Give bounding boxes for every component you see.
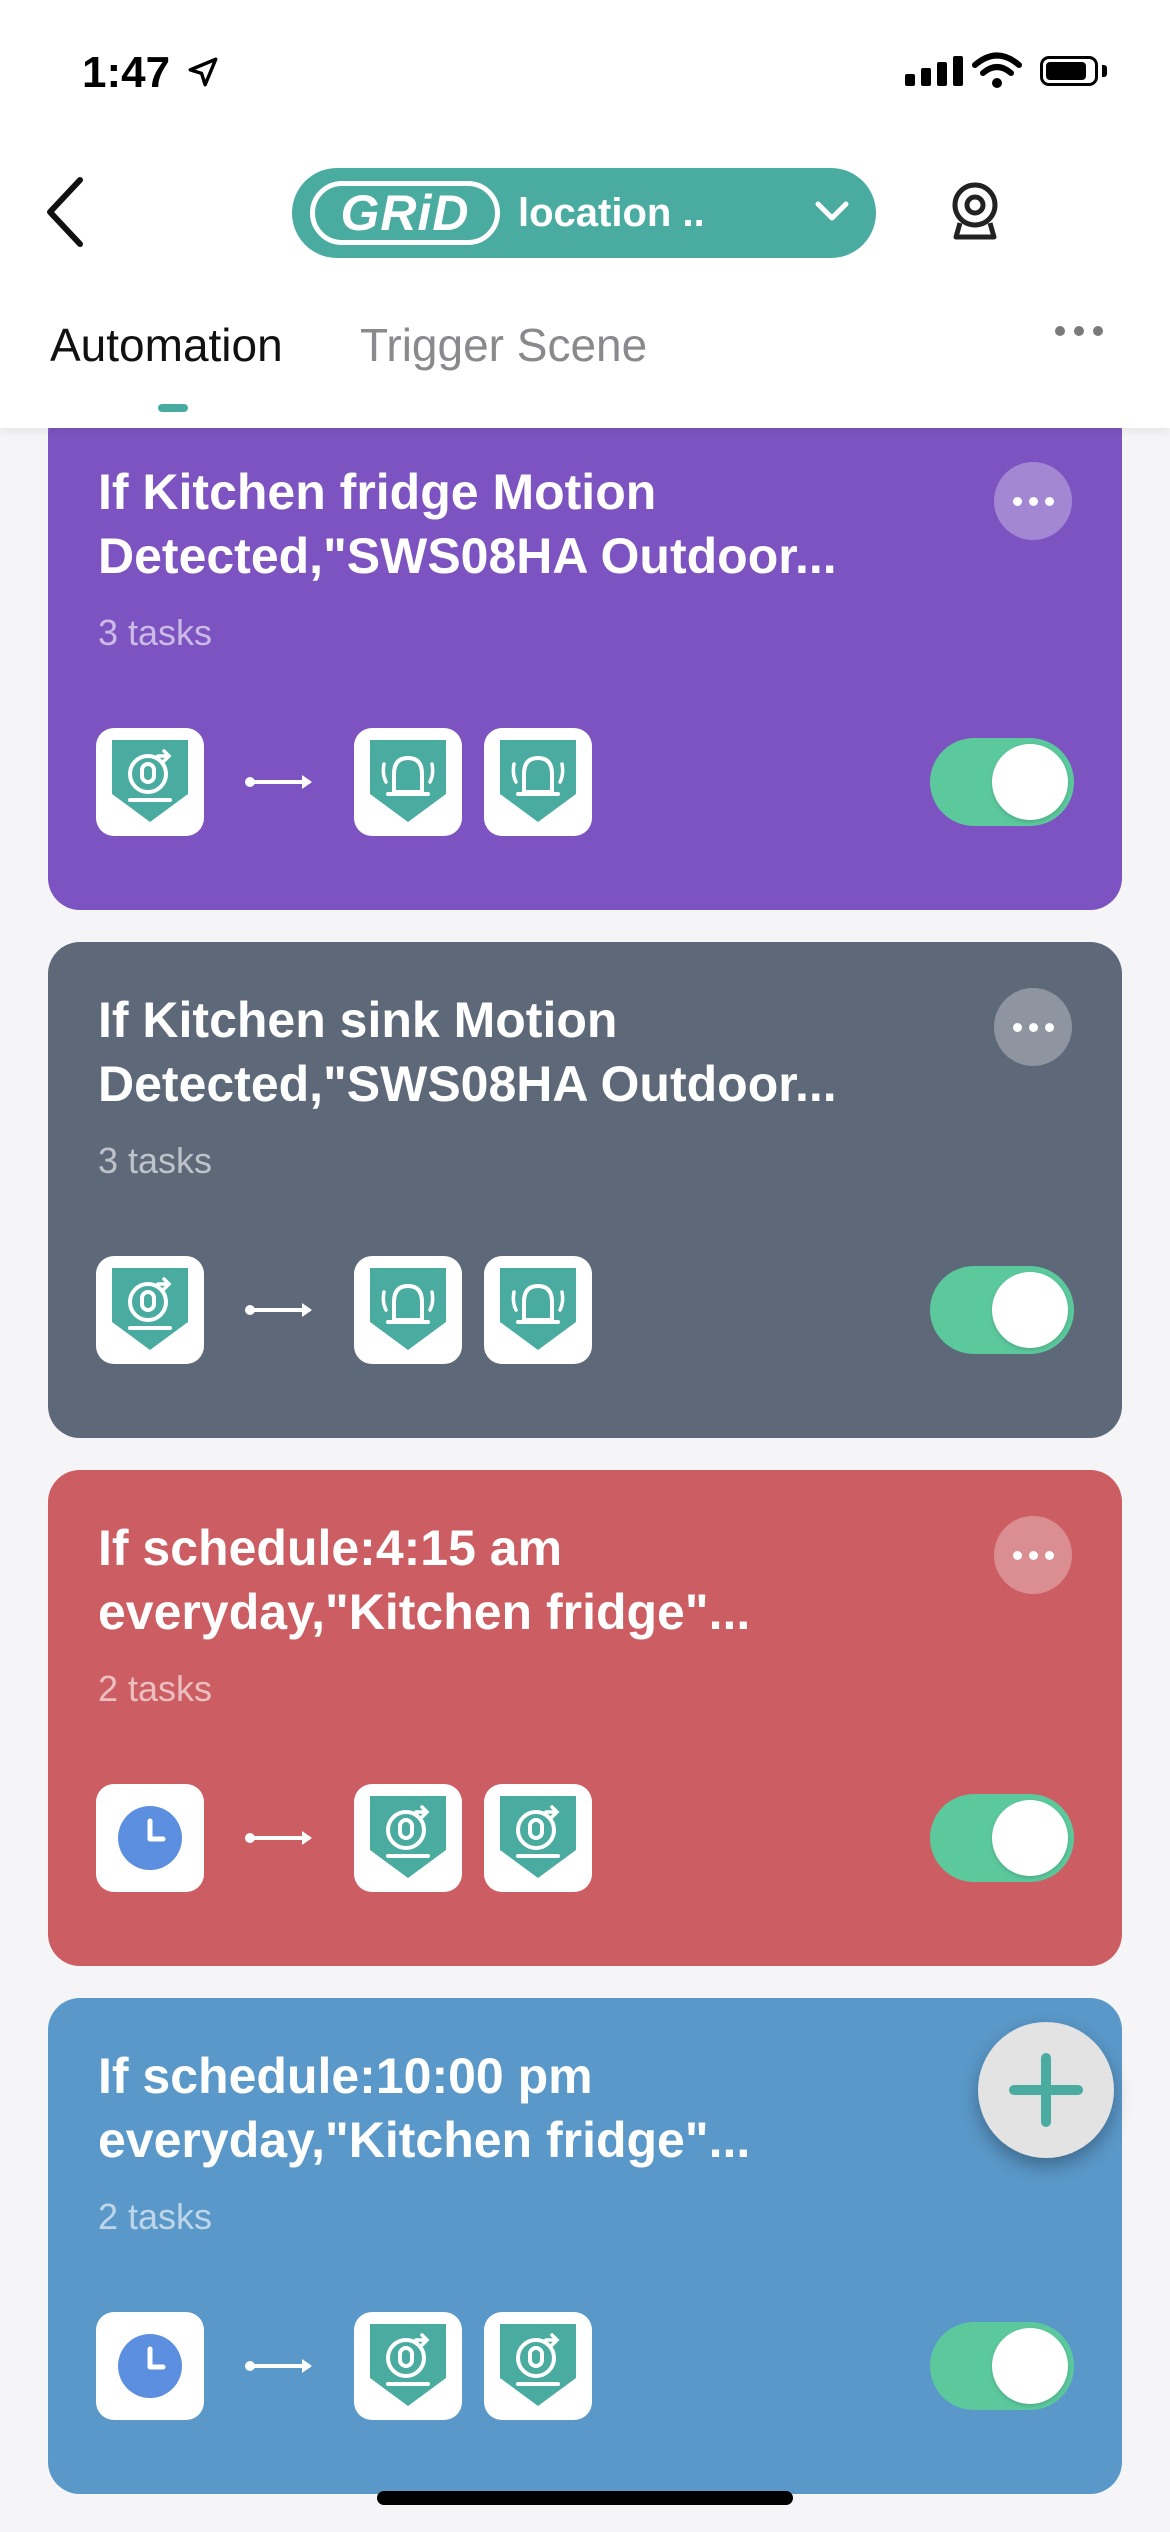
location-arrow-icon	[188, 57, 218, 87]
task-count: 2 tasks	[98, 2196, 213, 2237]
arrow-right-icon	[245, 1303, 312, 1317]
motion-sensor-icon	[484, 1784, 592, 1892]
more-options-button[interactable]	[1055, 326, 1103, 336]
automation-card[interactable]: If schedule:4:15 am everyday,"Kitchen fr…	[48, 1470, 1122, 1966]
card-more-button[interactable]	[994, 462, 1072, 540]
back-button[interactable]	[36, 172, 96, 252]
battery-icon	[1040, 56, 1098, 86]
enable-toggle[interactable]	[930, 2322, 1074, 2410]
automation-card[interactable]: If Kitchen fridge Motion Detected,"SWS08…	[48, 400, 1122, 910]
wifi-icon	[972, 52, 1022, 88]
add-automation-button[interactable]	[978, 2022, 1114, 2158]
automation-card[interactable]: If Kitchen sink Motion Detected,"SWS08HA…	[48, 942, 1122, 1438]
automation-title: If Kitchen fridge Motion Detected,"SWS08…	[98, 464, 837, 584]
alarm-bell-icon	[484, 728, 592, 836]
location-selector[interactable]: GRiD location ..	[292, 168, 876, 258]
active-tab-indicator	[158, 404, 188, 412]
motion-sensor-icon	[354, 2312, 462, 2420]
status-time: 1:47	[82, 48, 171, 97]
task-count: 3 tasks	[98, 1140, 213, 1181]
battery-tip	[1102, 65, 1107, 77]
plus-icon	[1009, 2053, 1083, 2127]
motion-sensor-icon	[354, 1784, 462, 1892]
alarm-bell-icon	[354, 728, 462, 836]
camera-icon[interactable]	[940, 175, 1010, 245]
alarm-bell-icon	[354, 1256, 462, 1364]
motion-sensor-icon	[484, 2312, 592, 2420]
automation-card[interactable]: If schedule:10:00 pm everyday,"Kitchen f…	[48, 1998, 1122, 2494]
task-count: 3 tasks	[98, 612, 213, 653]
motion-sensor-icon	[96, 1256, 204, 1364]
grid-logo: GRiD	[310, 181, 500, 245]
enable-toggle[interactable]	[930, 1266, 1074, 1354]
app-header: 1:47 GRiD location .. Automation Trigger…	[0, 0, 1170, 428]
arrow-right-icon	[245, 775, 312, 789]
arrow-right-icon	[245, 1831, 312, 1845]
automation-title: If schedule:10:00 pm everyday,"Kitchen f…	[98, 2048, 751, 2168]
card-more-button[interactable]	[994, 1516, 1072, 1594]
automation-title: If Kitchen sink Motion Detected,"SWS08HA…	[98, 992, 837, 1112]
enable-toggle[interactable]	[930, 1794, 1074, 1882]
chevron-down-icon	[815, 201, 849, 221]
motion-sensor-icon	[96, 728, 204, 836]
task-count: 2 tasks	[98, 1668, 213, 1709]
tab-automation[interactable]: Automation	[50, 318, 283, 372]
automation-title: If schedule:4:15 am everyday,"Kitchen fr…	[98, 1520, 751, 1640]
clock-icon	[96, 2312, 204, 2420]
arrow-right-icon	[245, 2359, 312, 2373]
enable-toggle[interactable]	[930, 738, 1074, 826]
cellular-signal-icon	[905, 56, 963, 86]
clock-icon	[96, 1784, 204, 1892]
location-label: location ..	[518, 190, 705, 235]
alarm-bell-icon	[484, 1256, 592, 1364]
card-more-button[interactable]	[994, 988, 1072, 1066]
tab-trigger-scene[interactable]: Trigger Scene	[360, 318, 647, 372]
home-indicator	[377, 2491, 793, 2505]
